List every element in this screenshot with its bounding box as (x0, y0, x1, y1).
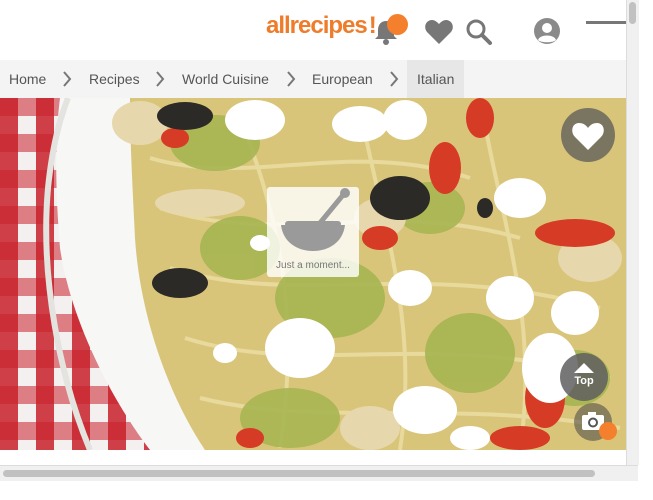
breadcrumb: Home Recipes World Cuisine European Ital… (0, 60, 626, 98)
allrecipes-logo[interactable]: allrecipes! (266, 12, 377, 46)
hamburger-menu-icon[interactable] (586, 21, 626, 25)
notification-dot (387, 14, 408, 35)
user-avatar-icon[interactable] (533, 17, 561, 45)
top-button-label: Top (574, 375, 594, 387)
chevron-right-icon (287, 71, 296, 87)
horizontal-scrollbar[interactable] (0, 465, 638, 481)
photo-count-dot (599, 422, 617, 440)
vertical-scroll-thumb[interactable] (629, 2, 636, 24)
heart-icon[interactable] (424, 18, 454, 46)
breadcrumb-item-european[interactable]: European (312, 60, 373, 98)
vertical-scrollbar[interactable] (626, 0, 639, 465)
back-to-top-button[interactable]: Top (560, 353, 608, 401)
chevron-right-icon (390, 71, 399, 87)
heart-icon (572, 123, 604, 150)
loading-text: Just a moment... (276, 260, 350, 271)
site-header: allrecipes! (0, 0, 626, 61)
loading-overlay: Just a moment... (267, 187, 359, 277)
search-icon[interactable] (465, 18, 493, 46)
chevron-right-icon (63, 71, 72, 87)
breadcrumb-item-italian[interactable]: Italian (407, 60, 465, 98)
breadcrumb-item-recipes[interactable]: Recipes (89, 60, 140, 98)
breadcrumb-item-home[interactable]: Home (9, 60, 46, 98)
breadcrumb-item-world-cuisine[interactable]: World Cuisine (182, 60, 269, 98)
save-favorite-button[interactable] (561, 108, 615, 162)
horizontal-scroll-thumb[interactable] (3, 470, 595, 477)
logo-text: allrecipes (266, 12, 368, 39)
mixing-bowl-icon (281, 188, 350, 251)
chevron-right-icon (156, 71, 165, 87)
